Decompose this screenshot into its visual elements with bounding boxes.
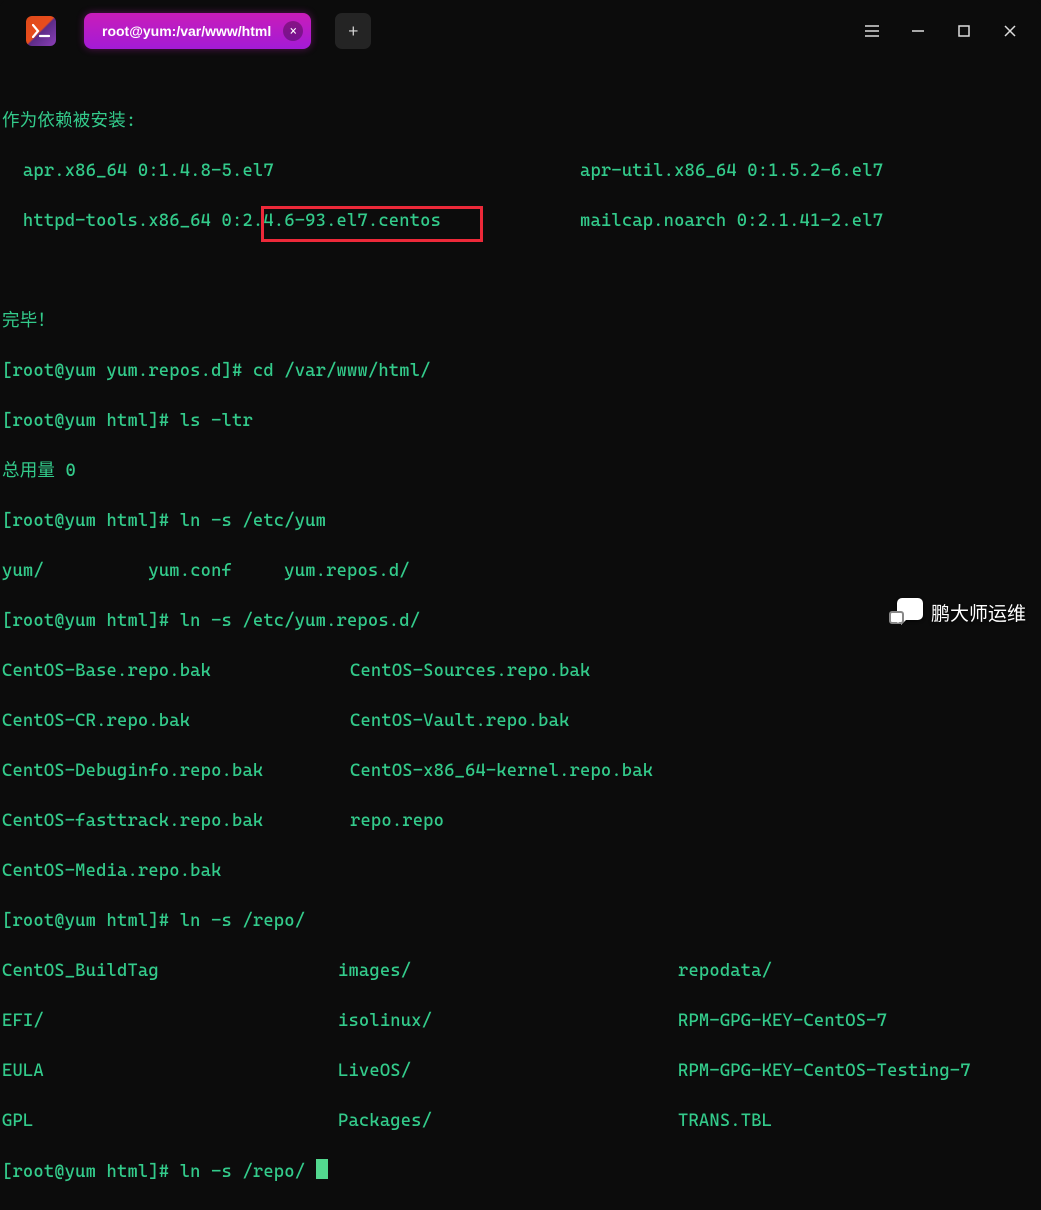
output-line: CentOS-Media.repo.bak — [2, 859, 1041, 884]
output-line: CentOS_BuildTagimages/repodata/ — [2, 959, 1041, 984]
menu-button[interactable] — [849, 16, 895, 46]
new-tab-button[interactable]: + — [335, 13, 371, 49]
tab-close-icon[interactable]: × — [283, 21, 303, 41]
prompt-line: [root@yum yum.repos.d]# cd /var/www/html… — [2, 359, 1041, 384]
output-line: EULALiveOS/RPM-GPG-KEY-CentOS-Testing-7 — [2, 1059, 1041, 1084]
output-line: yum/ yum.conf yum.repos.d/ — [2, 559, 1041, 584]
output-line: 作为依赖被安装: — [2, 109, 1041, 134]
close-button[interactable] — [987, 16, 1033, 46]
prompt-line: [root@yum html]# ln -s /etc/yum.repos.d/ — [2, 609, 1041, 634]
output-line: 完毕！ — [2, 309, 1041, 334]
output-line: 总用量 0 — [2, 459, 1041, 484]
watermark: 鹏大师运维 — [889, 598, 1026, 626]
output-line: CentOS-CR.repo.bakCentOS-Vault.repo.bak — [2, 709, 1041, 734]
tab-active[interactable]: root@yum:/var/www/html × — [84, 13, 311, 49]
terminal-output[interactable]: 作为依赖被安装: apr.x86_64 0:1.4.8-5.el7apr-uti… — [0, 62, 1041, 1210]
output-line: apr.x86_64 0:1.4.8-5.el7apr-util.x86_64 … — [2, 159, 1041, 184]
output-line: CentOS-Debuginfo.repo.bakCentOS-x86_64-k… — [2, 759, 1041, 784]
output-line: CentOS-Base.repo.bakCentOS-Sources.repo.… — [2, 659, 1041, 684]
cursor — [316, 1159, 328, 1179]
prompt-line: [root@yum html]# ls -ltr — [2, 409, 1041, 434]
output-line: GPLPackages/TRANS.TBL — [2, 1109, 1041, 1134]
wechat-icon — [889, 598, 923, 626]
prompt-line: [root@yum html]# ln -s /etc/yum — [2, 509, 1041, 534]
tab-title: root@yum:/var/www/html — [102, 23, 271, 39]
prompt-line: [root@yum html]# ln -s /repo/ — [2, 1159, 1041, 1185]
output-line: EFI/isolinux/RPM-GPG-KEY-CentOS-7 — [2, 1009, 1041, 1034]
titlebar: root@yum:/var/www/html × + — [0, 0, 1041, 62]
output-line: CentOS-fasttrack.repo.bakrepo.repo — [2, 809, 1041, 834]
terminal-app-icon — [26, 16, 56, 46]
output-line — [2, 259, 1041, 284]
prompt-line: [root@yum html]# ln -s /repo/ — [2, 909, 1041, 934]
minimize-button[interactable] — [895, 16, 941, 46]
maximize-button[interactable] — [941, 16, 987, 46]
output-line: httpd-tools.x86_64 0:2.4.6-93.el7.centos… — [2, 209, 1041, 234]
watermark-text: 鹏大师运维 — [931, 599, 1026, 626]
